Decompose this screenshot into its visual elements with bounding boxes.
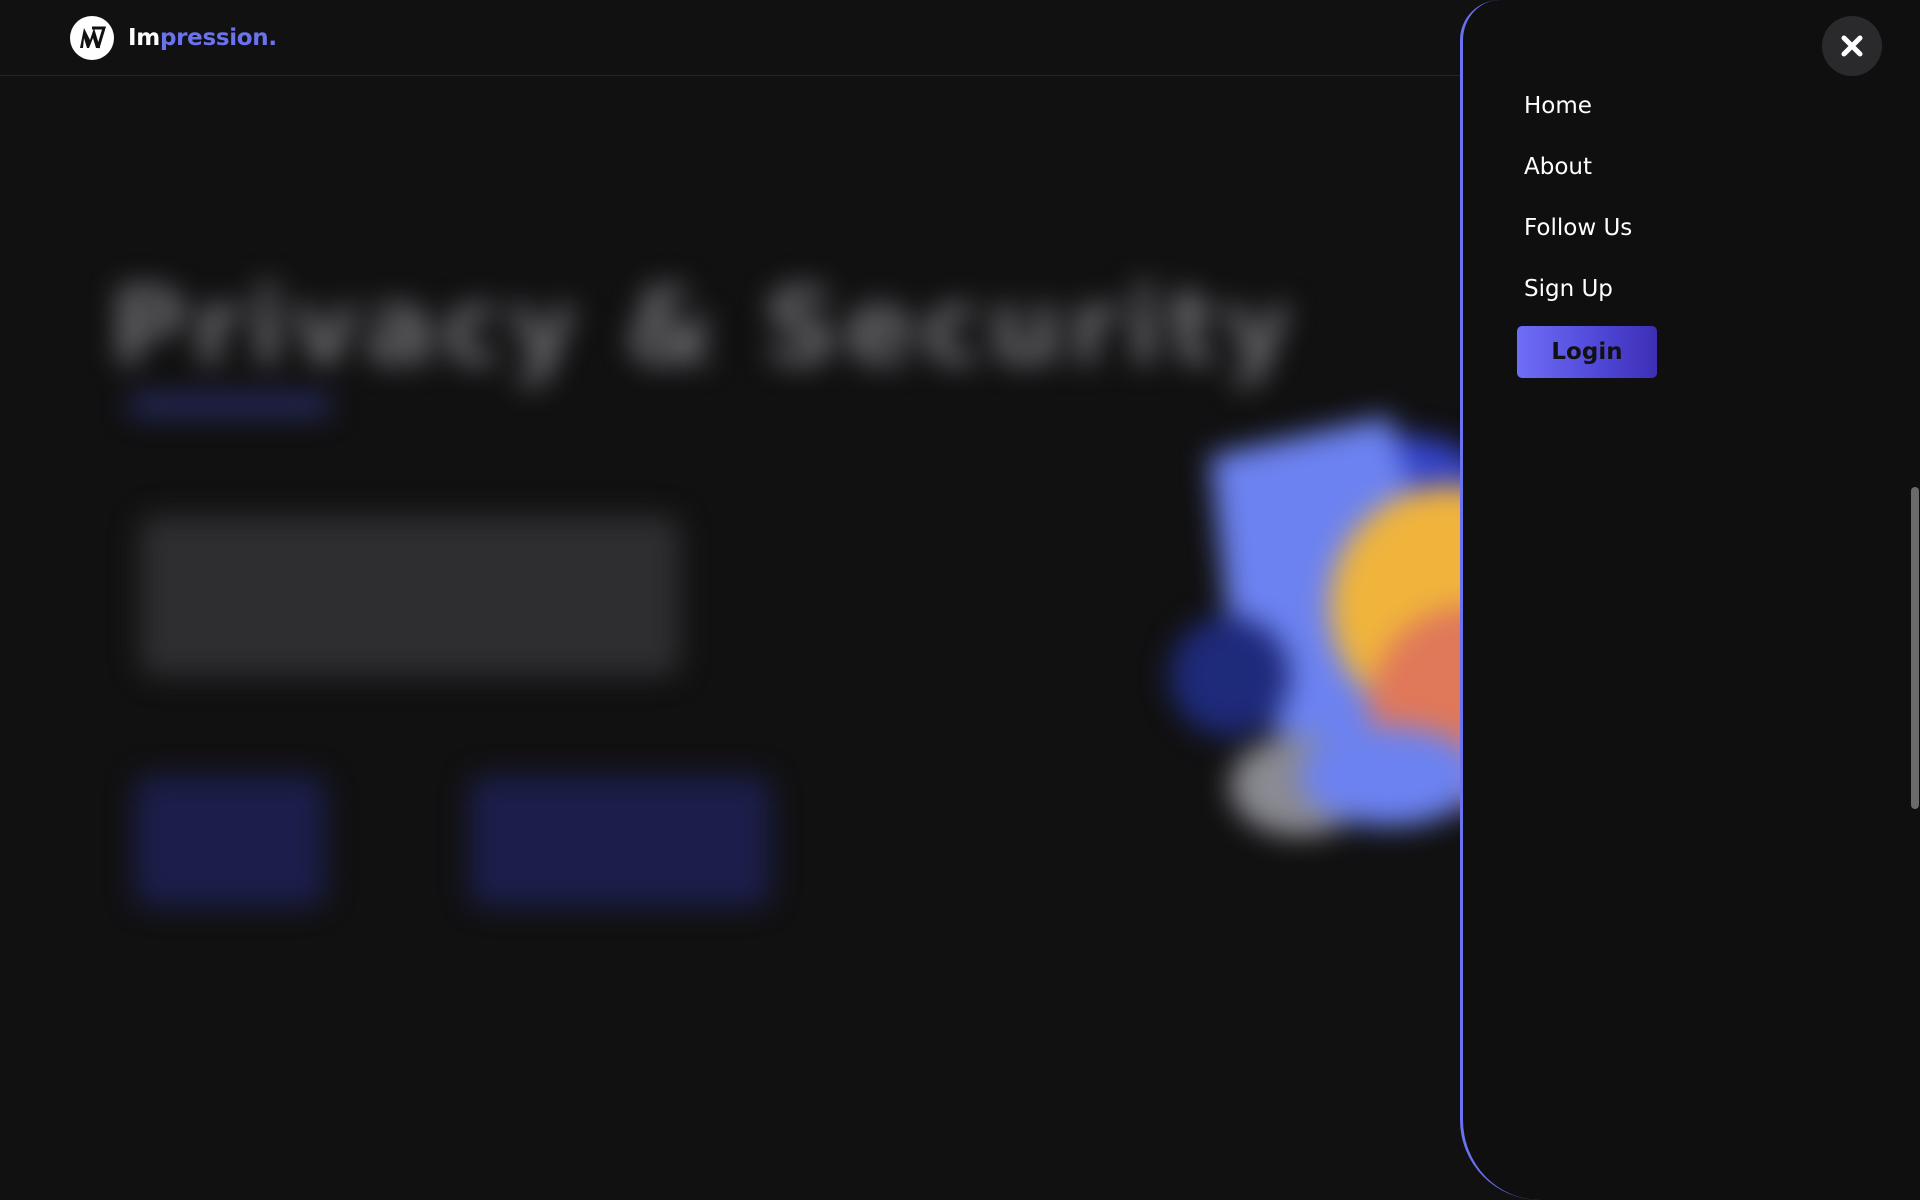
brand-logo[interactable]: Impression. bbox=[70, 14, 277, 62]
login-button[interactable]: Login bbox=[1517, 326, 1657, 378]
brand-name-part2: pression. bbox=[159, 25, 277, 51]
nav-item-sign-up[interactable]: Sign Up bbox=[1524, 269, 1632, 330]
nav-item-about[interactable]: About bbox=[1524, 147, 1632, 208]
nav-item-home[interactable]: Home bbox=[1524, 86, 1632, 147]
hero-paragraph bbox=[140, 516, 680, 676]
hero-illustration bbox=[1170, 416, 1510, 836]
brand-name: Impression. bbox=[128, 25, 277, 51]
blurred-page-content: Privacy & Security bbox=[0, 76, 1510, 1200]
hero-button-primary bbox=[135, 776, 325, 906]
close-button[interactable] bbox=[1822, 16, 1882, 76]
hero-button-secondary bbox=[470, 776, 770, 906]
hero-underline bbox=[130, 396, 330, 414]
nav-item-follow-us[interactable]: Follow Us bbox=[1524, 208, 1632, 269]
drawer-nav: Home About Follow Us Sign Up bbox=[1524, 86, 1632, 330]
close-icon bbox=[1841, 35, 1863, 57]
logo-mark-icon bbox=[70, 16, 114, 60]
hero-title: Privacy & Security bbox=[110, 266, 1298, 388]
scrollbar-thumb[interactable] bbox=[1911, 487, 1919, 809]
brand-name-part1: Im bbox=[128, 25, 160, 51]
